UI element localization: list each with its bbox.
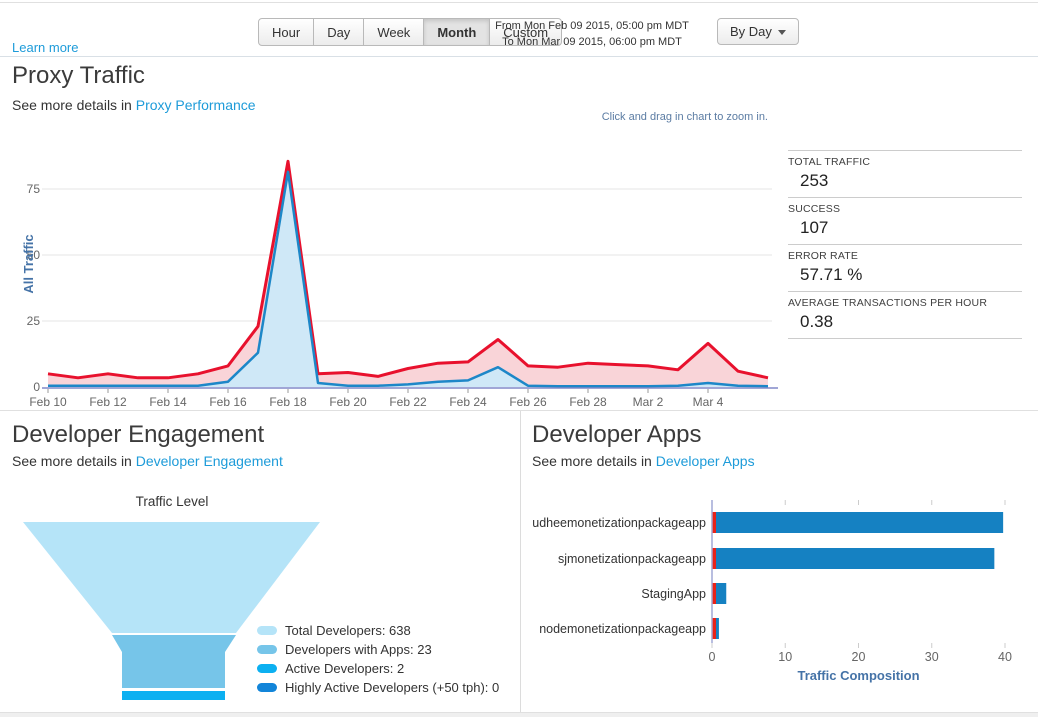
top-divider	[0, 2, 1038, 3]
legend-label: Total Developers: 638	[285, 623, 411, 638]
svg-text:All Traffic: All Traffic	[21, 234, 36, 293]
chevron-down-icon	[778, 30, 786, 35]
developer-apps-bar-chart: 0 10 20 30 40 sudheemonetizationpackageapp sjm…	[532, 498, 1034, 688]
legend-swatch-icon	[257, 626, 277, 635]
legend-label: Highly Active Developers (+50 tph): 0	[285, 680, 499, 695]
svg-text:Feb 16: Feb 16	[209, 395, 247, 408]
developer-engagement-title: Developer Engagement	[12, 421, 264, 449]
svg-text:Feb 20: Feb 20	[329, 395, 367, 408]
developer-apps-subtitle: See more details in Developer Apps	[532, 453, 755, 469]
svg-text:Feb 18: Feb 18	[269, 395, 307, 408]
legend-item: Highly Active Developers (+50 tph): 0	[257, 678, 499, 697]
legend-swatch-icon	[257, 683, 277, 692]
developer-apps-link[interactable]: Developer Apps	[656, 453, 755, 469]
svg-text:Mar 2: Mar 2	[633, 395, 664, 408]
stat-success: SUCCESS 107	[788, 197, 1022, 244]
svg-text:0: 0	[709, 650, 716, 664]
legend-swatch-icon	[257, 664, 277, 673]
legend-label: Developers with Apps: 23	[285, 642, 432, 657]
granularity-dropdown[interactable]: By Day	[717, 18, 799, 45]
svg-text:nodemonetizationpackageapp: nodemonetizationpackageapp	[539, 622, 706, 636]
svg-text:Feb 28: Feb 28	[569, 395, 607, 408]
proxy-traffic-title: Proxy Traffic	[12, 62, 145, 90]
svg-text:10: 10	[778, 650, 792, 664]
svg-text:Feb 12: Feb 12	[89, 395, 127, 408]
funnel-legend: Total Developers: 638 Developers with App…	[257, 621, 499, 697]
svg-text:20: 20	[852, 650, 866, 664]
proxy-traffic-subtitle: See more details in Proxy Performance	[12, 97, 256, 113]
stat-avg-tph: AVERAGE TRANSACTIONS PER HOUR 0.38	[788, 291, 1022, 339]
date-to: To Mon Mar 09 2015, 06:00 pm MDT	[494, 35, 690, 51]
chart-zoom-hint: Click and drag in chart to zoom in.	[602, 111, 768, 123]
svg-text:25: 25	[27, 314, 41, 328]
svg-text:Feb 10: Feb 10	[29, 395, 67, 408]
legend-swatch-icon	[257, 645, 277, 654]
svg-text:Mar 4: Mar 4	[693, 395, 724, 408]
svg-text:StagingApp: StagingApp	[641, 587, 706, 601]
svg-text:Traffic Composition: Traffic Composition	[797, 668, 919, 683]
svg-text:sudheemonetizationpackageapp: sudheemonetizationpackageapp	[532, 516, 706, 530]
svg-text:40: 40	[998, 650, 1012, 664]
page-footer-strip	[0, 713, 1038, 717]
legend-label: Active Developers: 2	[285, 661, 404, 676]
date-range-display: From Mon Feb 09 2015, 05:00 pm MDT To Mo…	[494, 19, 690, 51]
funnel-chart-title: Traffic Level	[12, 494, 332, 509]
svg-text:Feb 24: Feb 24	[449, 395, 487, 408]
stat-error-rate: ERROR RATE 57.71 %	[788, 244, 1022, 291]
svg-text:75: 75	[27, 182, 41, 196]
proxy-performance-link[interactable]: Proxy Performance	[136, 97, 256, 113]
svg-text:sjmonetizationpackageapp: sjmonetizationpackageapp	[558, 552, 706, 566]
range-button-hour[interactable]: Hour	[258, 18, 314, 46]
legend-item: Total Developers: 638	[257, 621, 499, 640]
developer-engagement-subtitle: See more details in Developer Engagement	[12, 453, 283, 469]
svg-text:Feb 14: Feb 14	[149, 395, 187, 408]
date-from: From Mon Feb 09 2015, 05:00 pm MDT	[494, 19, 690, 35]
svg-text:Feb 22: Feb 22	[389, 395, 427, 408]
developer-apps-title: Developer Apps	[532, 421, 701, 449]
svg-text:0: 0	[33, 380, 40, 394]
range-button-week[interactable]: Week	[363, 18, 424, 46]
range-button-month[interactable]: Month	[423, 18, 490, 46]
traffic-stats-panel: TOTAL TRAFFIC 253 SUCCESS 107 ERROR RATE…	[788, 150, 1022, 339]
section-divider	[0, 410, 1038, 411]
svg-text:Feb 26: Feb 26	[509, 395, 547, 408]
dashboard: Learn more Hour Day Week Month Custom Fr…	[0, 0, 1038, 717]
header-divider	[0, 56, 1038, 57]
legend-item: Active Developers: 2	[257, 659, 499, 678]
stat-total-traffic: TOTAL TRAFFIC 253	[788, 150, 1022, 197]
legend-item: Developers with Apps: 23	[257, 640, 499, 659]
svg-text:30: 30	[925, 650, 939, 664]
range-button-day[interactable]: Day	[313, 18, 364, 46]
learn-more-link[interactable]: Learn more	[12, 40, 78, 55]
column-divider	[520, 411, 521, 712]
proxy-traffic-area-chart[interactable]: 0255075Feb 10Feb 12Feb 14Feb 16Feb 18Feb…	[0, 140, 780, 408]
developer-engagement-link[interactable]: Developer Engagement	[136, 453, 283, 469]
